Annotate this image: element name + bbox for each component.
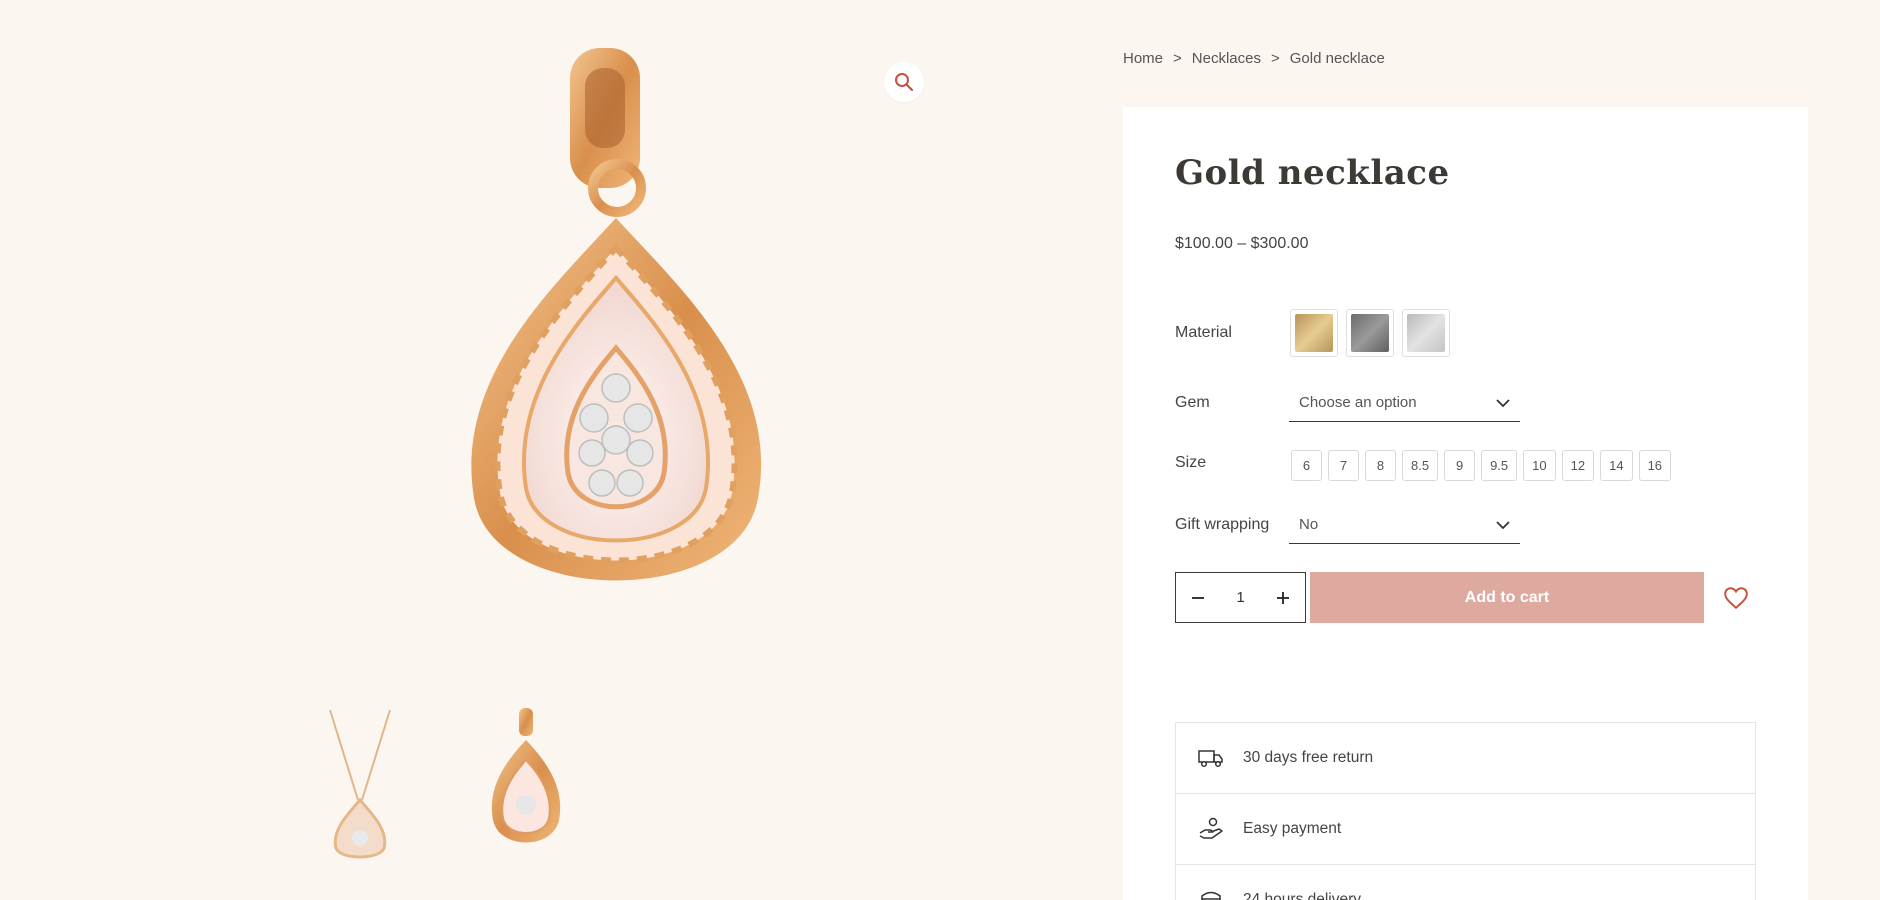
breadcrumb: Home > Necklaces > Gold necklace (1123, 50, 1385, 67)
search-icon (895, 73, 914, 92)
gem-select-value: Choose an option (1299, 394, 1417, 411)
gift-wrapping-value: No (1299, 516, 1319, 533)
product-gallery (0, 0, 1110, 900)
feature-label: Easy payment (1243, 820, 1342, 837)
quantity-input[interactable] (1220, 589, 1261, 606)
size-option[interactable]: 9.5 (1481, 450, 1518, 481)
material-swatch-gold[interactable] (1290, 309, 1338, 357)
quantity-stepper (1175, 572, 1306, 623)
minus-icon (1192, 596, 1204, 599)
size-option[interactable]: 10 (1523, 450, 1556, 481)
add-to-cart-button[interactable]: Add to cart (1310, 572, 1704, 623)
box-icon (1198, 887, 1224, 900)
chevron-down-icon (1496, 520, 1510, 529)
quantity-increase-button[interactable] (1271, 586, 1295, 610)
truck-icon (1198, 745, 1224, 771)
feature-item: 30 days free return (1176, 723, 1755, 794)
size-option[interactable]: 8.5 (1402, 450, 1439, 481)
quantity-decrease-button[interactable] (1186, 586, 1210, 610)
size-option[interactable]: 16 (1638, 450, 1672, 481)
size-label: Size (1175, 454, 1207, 471)
gift-wrapping-select[interactable]: No (1289, 506, 1520, 544)
feature-label: 30 days free return (1243, 749, 1374, 766)
material-label: Material (1175, 324, 1232, 341)
feature-item: Easy payment (1176, 794, 1755, 865)
thumbnail-1[interactable] (300, 700, 420, 860)
material-swatch-steel[interactable] (1346, 309, 1394, 357)
size-option[interactable]: 12 (1561, 450, 1595, 481)
breadcrumb-category-link[interactable]: Necklaces (1192, 50, 1261, 67)
hand-coin-icon (1198, 816, 1224, 842)
size-option[interactable]: 8 (1365, 450, 1396, 481)
gem-label: Gem (1175, 394, 1210, 411)
feature-list: 30 days free return Easy payment 24 hour… (1175, 722, 1756, 900)
material-swatches (1290, 309, 1450, 357)
thumbnail-2[interactable] (465, 700, 585, 860)
size-option[interactable]: 9 (1444, 450, 1476, 481)
feature-item: 24 hours delivery (1176, 865, 1755, 900)
gift-wrapping-label: Gift wrapping (1175, 516, 1270, 533)
breadcrumb-separator: > (1173, 50, 1182, 67)
size-option[interactable]: 6 (1291, 450, 1322, 481)
gem-select[interactable]: Choose an option (1289, 384, 1520, 422)
size-option[interactable]: 7 (1328, 450, 1359, 481)
breadcrumb-home-link[interactable]: Home (1123, 50, 1163, 67)
material-swatch-silver[interactable] (1402, 309, 1450, 357)
zoom-button[interactable] (884, 62, 924, 102)
plus-icon (1277, 591, 1289, 604)
size-option[interactable]: 14 (1600, 450, 1633, 481)
product-summary: Gold necklace $100.00 – $300.00 Material… (1123, 107, 1808, 900)
breadcrumb-current: Gold necklace (1289, 50, 1385, 67)
feature-label: 24 hours delivery (1243, 891, 1362, 900)
main-product-image[interactable] (380, 48, 850, 648)
chevron-down-icon (1496, 398, 1510, 407)
heart-icon[interactable] (1723, 585, 1749, 611)
size-options: 6 7 8 8.5 9 9.5 10 12 14 16 (1291, 450, 1672, 481)
product-title: Gold necklace (1175, 153, 1450, 193)
product-price: $100.00 – $300.00 (1175, 235, 1309, 252)
breadcrumb-separator: > (1270, 50, 1280, 67)
